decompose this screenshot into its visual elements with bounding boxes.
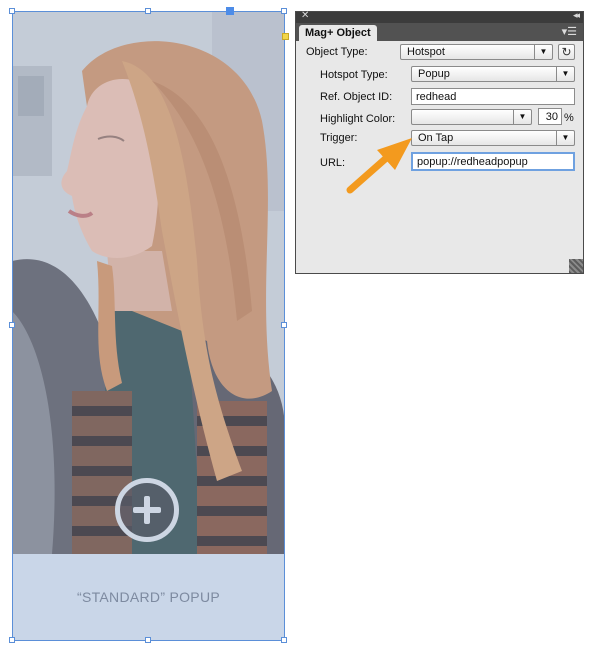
url-field[interactable]: popup://redheadpopup bbox=[411, 152, 575, 171]
object-type-value: Hotspot bbox=[407, 46, 445, 58]
resize-handle-bottom-right[interactable] bbox=[281, 637, 287, 643]
panel-titlebar[interactable]: ✕ ◂◂ bbox=[296, 10, 583, 23]
plus-circle-icon[interactable] bbox=[115, 478, 179, 542]
panel-tab-mag-plus-object[interactable]: Mag+ Object bbox=[299, 25, 377, 41]
collapse-icon[interactable]: ◂◂ bbox=[573, 10, 580, 21]
close-icon[interactable]: ✕ bbox=[301, 10, 309, 21]
caption-text: “STANDARD” POPUP bbox=[77, 589, 220, 605]
resize-handle-top-right[interactable] bbox=[281, 8, 287, 14]
photo-tint bbox=[12, 11, 285, 554]
chevron-down-icon: ▼ bbox=[513, 110, 531, 124]
mag-plus-object-panel: ✕ ◂◂ Mag+ Object ▾☰ Object Type: Hotspot… bbox=[295, 10, 584, 274]
ref-object-id-field[interactable]: redhead bbox=[411, 88, 575, 105]
resize-handle-bottom-left[interactable] bbox=[9, 637, 15, 643]
resize-handle-bottom-center[interactable] bbox=[145, 637, 151, 643]
url-value: popup://redheadpopup bbox=[417, 156, 528, 168]
chevron-down-icon: ▼ bbox=[556, 67, 574, 81]
ref-object-id-value: redhead bbox=[416, 91, 457, 103]
highlight-color-select[interactable]: ▼ bbox=[411, 109, 532, 125]
ref-object-id-label: Ref. Object ID: bbox=[320, 91, 393, 103]
resize-handle-top-left[interactable] bbox=[9, 8, 15, 14]
highlight-color-label: Highlight Color: bbox=[320, 113, 396, 125]
url-label: URL: bbox=[320, 157, 346, 169]
chevron-down-icon: ▼ bbox=[534, 45, 552, 59]
trigger-label: Trigger: bbox=[320, 132, 358, 144]
highlight-opacity-field[interactable]: 30 bbox=[538, 108, 562, 125]
refresh-icon[interactable]: ↻ bbox=[558, 44, 575, 60]
panel-menu-icon[interactable]: ▾☰ bbox=[562, 25, 577, 38]
highlight-opacity-unit: % bbox=[564, 112, 574, 124]
resize-handle-top-center[interactable] bbox=[145, 8, 151, 14]
photo-redhead bbox=[12, 11, 285, 554]
trigger-select[interactable]: On Tap ▼ bbox=[411, 130, 575, 146]
panel-resize-grip[interactable] bbox=[569, 259, 583, 273]
hotspot-type-select[interactable]: Popup ▼ bbox=[411, 66, 575, 82]
hotspot-type-label: Hotspot Type: bbox=[320, 69, 388, 81]
resize-handle-middle-right[interactable] bbox=[281, 322, 287, 328]
object-type-select[interactable]: Hotspot ▼ bbox=[400, 44, 553, 60]
chevron-down-icon: ▼ bbox=[556, 131, 574, 145]
trigger-value: On Tap bbox=[418, 132, 454, 144]
object-type-label: Object Type: bbox=[306, 46, 368, 58]
panel-tabbar: Mag+ Object ▾☰ bbox=[296, 23, 583, 41]
hotspot-type-value: Popup bbox=[418, 68, 450, 80]
image-frame[interactable]: “STANDARD” POPUP bbox=[12, 11, 285, 640]
resize-handle-middle-left[interactable] bbox=[9, 322, 15, 328]
reference-point-handle[interactable] bbox=[226, 7, 234, 15]
highlight-opacity-value: 30 bbox=[545, 111, 558, 123]
live-corner-handle[interactable] bbox=[282, 33, 289, 40]
